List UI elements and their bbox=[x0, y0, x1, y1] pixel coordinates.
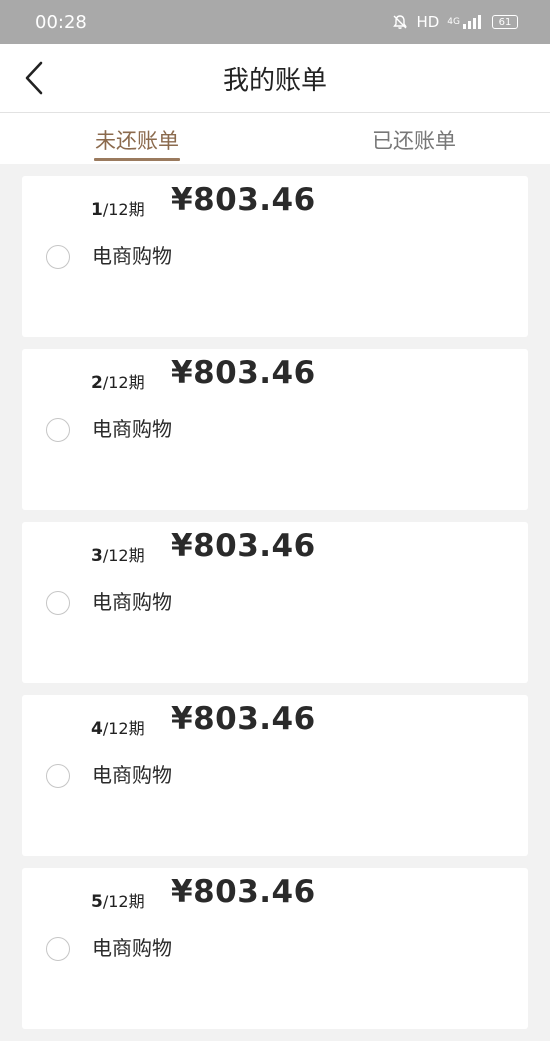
installment-period: 4/12期 bbox=[91, 715, 145, 739]
status-icons: HD 4G 61 bbox=[392, 13, 518, 31]
bill-item[interactable]: 2/12期 ¥803.46 电商购物 bbox=[22, 349, 528, 510]
select-radio[interactable] bbox=[46, 591, 70, 615]
select-radio[interactable] bbox=[46, 937, 70, 961]
bill-item[interactable]: 3/12期 ¥803.46 电商购物 bbox=[22, 522, 528, 683]
select-radio[interactable] bbox=[46, 245, 70, 269]
page-title: 我的账单 bbox=[222, 65, 327, 96]
installment-period: 3/12期 bbox=[91, 542, 145, 566]
installment-total: /12期 bbox=[102, 719, 145, 738]
bill-category: 电商购物 bbox=[92, 936, 172, 960]
bill-item[interactable]: 1/12期 ¥803.46 电商购物 bbox=[22, 176, 528, 337]
bill-category: 电商购物 bbox=[92, 417, 172, 441]
installment-period: 2/12期 bbox=[91, 369, 145, 393]
bill-item[interactable]: 4/12期 ¥803.46 电商购物 bbox=[22, 695, 528, 856]
select-radio[interactable] bbox=[46, 418, 70, 442]
back-button[interactable] bbox=[22, 60, 46, 96]
bill-amount: ¥803.46 bbox=[171, 874, 316, 910]
signal-type-label: 4G bbox=[447, 17, 460, 27]
active-tab-indicator bbox=[94, 158, 180, 161]
navigation-bar: 我的账单 bbox=[0, 44, 550, 113]
bill-item[interactable]: 5/12期 ¥803.46 电商购物 bbox=[22, 868, 528, 1029]
installment-period: 1/12期 bbox=[91, 196, 145, 220]
bill-list: 1/12期 ¥803.46 电商购物 2/12期 ¥803.46 电商购物 3/… bbox=[22, 176, 528, 1041]
chevron-left-icon bbox=[25, 61, 43, 95]
bill-category: 电商购物 bbox=[92, 763, 172, 787]
bill-amount: ¥803.46 bbox=[171, 182, 316, 218]
bill-amount: ¥803.46 bbox=[171, 355, 316, 391]
select-radio[interactable] bbox=[46, 764, 70, 788]
installment-total: /12期 bbox=[102, 892, 145, 911]
cellular-signal-icon: 4G bbox=[447, 14, 484, 30]
network-hd-label: HD bbox=[416, 13, 440, 31]
bill-amount: ¥803.46 bbox=[171, 528, 316, 564]
mute-bell-icon bbox=[392, 14, 408, 30]
bill-category: 电商购物 bbox=[92, 590, 172, 614]
battery-icon: 61 bbox=[492, 15, 518, 29]
installment-number: 1 bbox=[91, 200, 103, 220]
bill-amount: ¥803.46 bbox=[171, 701, 316, 737]
installment-period: 5/12期 bbox=[91, 888, 145, 912]
installment-number: 4 bbox=[91, 719, 103, 739]
bill-category: 电商购物 bbox=[92, 244, 172, 268]
bill-tabs: 未还账单 已还账单 bbox=[0, 113, 550, 164]
installment-number: 5 bbox=[91, 892, 103, 912]
installment-total: /12期 bbox=[102, 373, 145, 392]
installment-number: 2 bbox=[91, 373, 103, 393]
installment-total: /12期 bbox=[102, 546, 145, 565]
tab-paid-bills[interactable]: 已还账单 bbox=[372, 125, 456, 155]
installment-total: /12期 bbox=[102, 200, 145, 219]
installment-number: 3 bbox=[91, 546, 103, 566]
status-bar: 00:28 HD 4G 61 bbox=[0, 0, 550, 44]
tab-unpaid-bills[interactable]: 未还账单 bbox=[95, 125, 179, 155]
status-time: 00:28 bbox=[35, 11, 87, 33]
